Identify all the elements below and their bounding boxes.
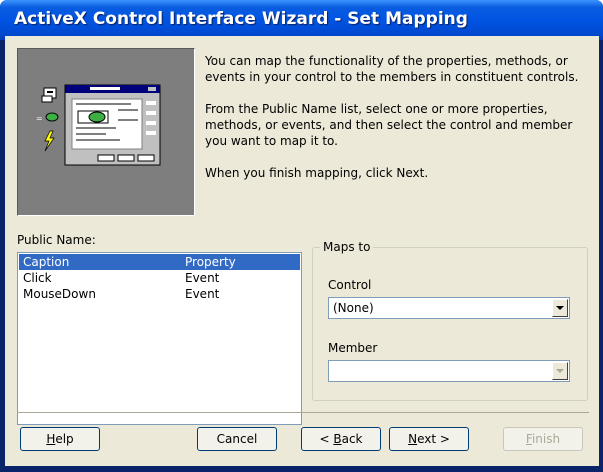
back-button[interactable]: < Back xyxy=(301,427,381,451)
list-item[interactable]: Caption Property xyxy=(19,254,300,270)
window-mockup xyxy=(64,84,161,166)
public-name-label: Public Name: xyxy=(17,233,96,247)
member-dropdown[interactable] xyxy=(328,360,570,382)
item-name: MouseDown xyxy=(23,287,96,301)
member-dropdown-button[interactable] xyxy=(552,362,568,380)
lightning-icon xyxy=(44,130,55,152)
chevron-down-icon xyxy=(556,369,564,373)
item-type: Event xyxy=(185,287,220,301)
control-dropdown-button[interactable] xyxy=(552,299,568,317)
instructions-para-1: You can map the functionality of the pro… xyxy=(205,54,579,84)
list-item[interactable]: MouseDown Event xyxy=(19,286,300,302)
leaf-icon: = xyxy=(36,112,59,123)
control-dropdown[interactable]: (None) xyxy=(328,297,570,319)
item-name: Click xyxy=(23,271,52,285)
help-button[interactable]: Help xyxy=(20,427,100,451)
wizard-graphic: = xyxy=(36,84,161,166)
title-bar[interactable]: ActiveX Control Interface Wizard - Set M… xyxy=(0,0,603,40)
next-button[interactable]: Next > xyxy=(389,427,469,451)
cancel-button[interactable]: Cancel xyxy=(197,427,277,451)
instructions-text: You can map the functionality of the pro… xyxy=(205,53,595,197)
document-icon xyxy=(41,87,57,103)
finish-button[interactable]: Finish xyxy=(503,427,583,451)
wizard-window: ActiveX Control Interface Wizard - Set M… xyxy=(0,0,603,472)
svg-text:=: = xyxy=(36,114,43,123)
list-item[interactable]: Click Event xyxy=(19,270,300,286)
item-type: Property xyxy=(185,255,236,269)
instructions-para-3: When you finish mapping, click Next. xyxy=(205,166,429,180)
public-name-listbox[interactable]: Caption Property Click Event MouseDown E… xyxy=(17,252,302,425)
wizard-illustration: = xyxy=(17,48,195,216)
member-label: Member xyxy=(328,341,378,355)
window-title: ActiveX Control Interface Wizard - Set M… xyxy=(14,9,468,29)
control-label: Control xyxy=(328,278,372,292)
item-type: Event xyxy=(185,271,220,285)
maps-to-label: Maps to xyxy=(320,240,374,254)
chevron-down-icon xyxy=(556,306,564,310)
control-value: (None) xyxy=(333,301,374,315)
dialog-client: = You can map the functionality of the p… xyxy=(5,36,599,466)
instructions-para-2: From the Public Name list, select one or… xyxy=(205,102,573,148)
item-name: Caption xyxy=(23,255,70,269)
